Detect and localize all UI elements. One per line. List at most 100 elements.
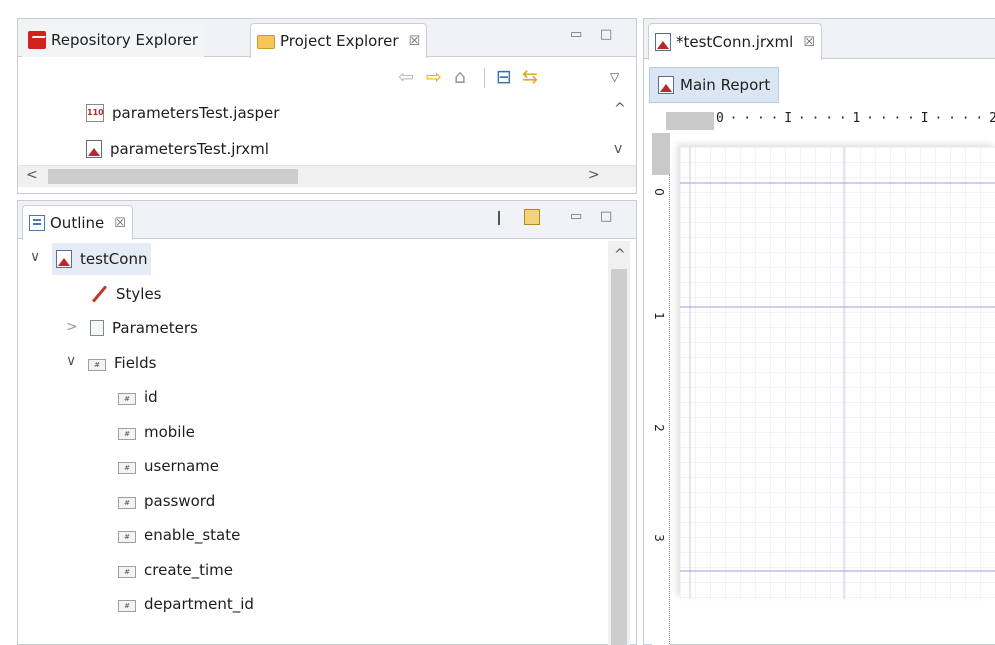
tree-node-label: mobile xyxy=(144,423,195,441)
tree-node-label: department_id xyxy=(144,595,254,613)
tree-node-styles[interactable]: Styles xyxy=(90,278,162,310)
report-editor: *testConn.jrxml ☒ Main Report 0 · · · · … xyxy=(643,18,995,645)
outline-tabbar: Outline ☒ ▭ □ xyxy=(18,201,636,240)
list-item[interactable]: parametersTest.jrxml xyxy=(86,133,269,165)
tree-node-field[interactable]: # mobile xyxy=(118,416,195,448)
toolbar-separator xyxy=(484,68,485,88)
tree-node-label: password xyxy=(144,492,216,510)
field-icon: # xyxy=(118,427,136,440)
tab-repository-explorer[interactable]: Repository Explorer xyxy=(22,23,204,57)
tab-testconn-jrxml[interactable]: *testConn.jrxml ☒ xyxy=(648,23,822,60)
close-icon[interactable]: ☒ xyxy=(803,35,815,50)
list-item[interactable]: 110 parametersTest.jasper xyxy=(86,97,279,129)
tab-label: Repository Explorer xyxy=(51,31,198,49)
field-icon: # xyxy=(88,358,106,371)
repository-icon xyxy=(28,31,46,49)
field-icon: # xyxy=(118,530,136,543)
tree-node-field[interactable]: # password xyxy=(118,485,215,517)
tree-node-fields[interactable]: # Fields xyxy=(88,347,156,379)
scroll-up-arrow[interactable]: ^ xyxy=(614,247,626,263)
tree-node-field[interactable]: # department_id xyxy=(118,588,254,620)
scroll-down-arrow[interactable]: v xyxy=(614,141,622,157)
tab-project-explorer[interactable]: Project Explorer ☒ xyxy=(250,23,428,58)
chevron-right-icon[interactable]: > xyxy=(66,319,78,335)
parameters-icon xyxy=(90,320,104,336)
jrxml-file-icon xyxy=(86,140,102,158)
close-icon[interactable]: ☒ xyxy=(114,216,126,231)
chevron-down-icon[interactable]: ∨ xyxy=(66,353,76,369)
collapse-all-icon[interactable]: ⊟ xyxy=(496,65,512,89)
tree-node-label: Styles xyxy=(116,285,162,303)
ruler-label: 2 xyxy=(651,424,666,432)
tree-node-label: Parameters xyxy=(112,319,198,337)
tree-node-field[interactable]: # username xyxy=(118,450,219,482)
tree-node-field[interactable]: # create_time xyxy=(118,554,233,586)
scroll-right-arrow[interactable]: > xyxy=(588,167,600,183)
tree-view-icon[interactable] xyxy=(498,211,512,225)
view-menu-icon[interactable]: ▽ xyxy=(610,65,619,89)
project-explorer-toolbar: ⇦ ⇨ ⌂ ⊟ ⇆ ▽ xyxy=(398,65,634,91)
tree-node-label: create_time xyxy=(144,561,234,579)
editor-tabbar: *testConn.jrxml ☒ xyxy=(644,19,995,60)
tree-node-field[interactable]: # id xyxy=(118,381,158,413)
vertical-scrollbar[interactable]: ^ xyxy=(608,241,630,645)
scroll-up-arrow[interactable]: ^ xyxy=(614,101,626,117)
home-icon[interactable]: ⌂ xyxy=(454,65,466,89)
tree-node-parameters[interactable]: Parameters xyxy=(90,312,198,344)
minimize-icon[interactable]: ▭ xyxy=(570,27,582,42)
tab-main-report[interactable]: Main Report xyxy=(649,67,780,103)
field-icon: # xyxy=(118,496,136,509)
scrollbar-thumb[interactable] xyxy=(611,269,627,645)
project-explorer-tabbar: Repository Explorer Project Explorer ☒ ▭… xyxy=(18,19,636,58)
report-icon xyxy=(56,250,72,268)
ruler-corner xyxy=(666,112,714,130)
brush-icon xyxy=(90,285,108,303)
back-icon[interactable]: ⇦ xyxy=(398,65,414,89)
tab-label: Project Explorer xyxy=(280,32,399,50)
forward-icon[interactable]: ⇨ xyxy=(426,65,442,89)
field-icon: # xyxy=(118,392,136,405)
tab-label: Outline xyxy=(50,214,105,232)
ruler-label: 1 xyxy=(651,312,666,320)
file-name: parametersTest.jasper xyxy=(112,104,280,122)
link-with-editor-icon[interactable]: ⇆ xyxy=(522,65,538,89)
design-grid xyxy=(680,147,995,599)
maximize-icon[interactable]: □ xyxy=(600,209,612,224)
report-canvas[interactable] xyxy=(680,147,995,599)
ruler-highlight xyxy=(652,133,670,175)
outline-panel: Outline ☒ ▭ □ ∨ testConn Styles > Parame… xyxy=(17,200,637,645)
minimize-icon[interactable]: ▭ xyxy=(570,209,582,224)
scrollbar-thumb[interactable] xyxy=(48,169,298,184)
chevron-down-icon[interactable]: ∨ xyxy=(30,249,40,265)
jrxml-file-icon xyxy=(655,33,671,51)
ruler-label: 3 xyxy=(651,534,666,542)
tab-outline[interactable]: Outline ☒ xyxy=(22,205,133,240)
project-explorer-panel: Repository Explorer Project Explorer ☒ ▭… xyxy=(17,18,637,194)
horizontal-scrollbar[interactable]: < > xyxy=(18,165,636,187)
tree-node-label: id xyxy=(144,388,158,406)
tab-label: Main Report xyxy=(680,76,771,94)
field-icon: # xyxy=(118,461,136,474)
tree-node-label: username xyxy=(144,457,219,475)
tab-label: *testConn.jrxml xyxy=(676,33,794,51)
tree-node-field[interactable]: # enable_state xyxy=(118,519,240,551)
maximize-icon[interactable]: □ xyxy=(600,27,612,42)
overview-icon[interactable] xyxy=(524,209,540,225)
tree-node-label: Fields xyxy=(114,354,157,372)
ruler-label: 0 xyxy=(651,188,666,196)
field-icon: # xyxy=(118,599,136,612)
horizontal-ruler: 0 · · · · I · · · · 1 · · · · I · · · · … xyxy=(716,111,995,131)
vertical-ruler: 0 1 2 3 xyxy=(652,133,670,645)
file-name: parametersTest.jrxml xyxy=(110,140,269,158)
scroll-left-arrow[interactable]: < xyxy=(26,167,38,183)
outline-tree: ∨ testConn Styles > Parameters ∨ # Field… xyxy=(18,241,608,645)
tree-node-label: testConn xyxy=(80,250,148,268)
tree-node-root[interactable]: testConn xyxy=(52,243,152,275)
folder-icon xyxy=(257,35,275,49)
outline-icon xyxy=(29,215,45,231)
report-icon xyxy=(658,76,674,94)
close-icon[interactable]: ☒ xyxy=(409,34,421,49)
jasper-file-icon: 110 xyxy=(86,104,104,122)
tree-node-label: enable_state xyxy=(144,526,241,544)
field-icon: # xyxy=(118,565,136,578)
